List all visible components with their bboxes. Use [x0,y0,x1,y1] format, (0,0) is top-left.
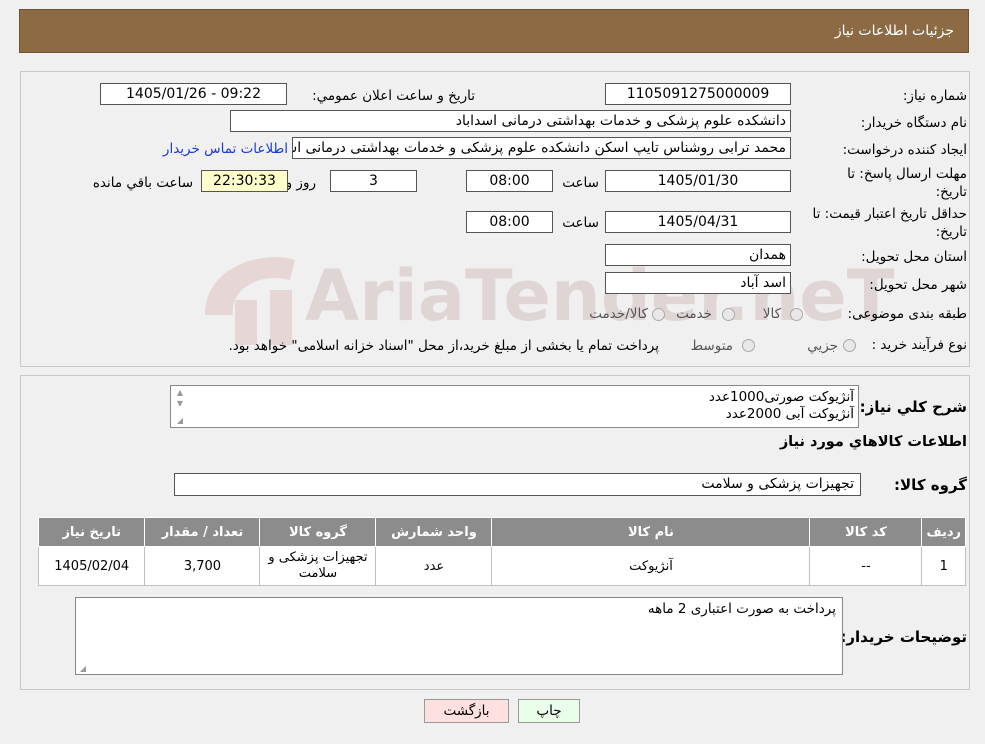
category-goods-radio[interactable] [790,308,803,321]
cell-qty: 3,700 [144,546,261,586]
cell-date: 1405/02/04 [37,546,146,586]
cell-row: 1 [921,546,966,586]
category-service-label: خدمت [676,306,712,322]
category-service-radio[interactable] [722,308,735,321]
table-row: 1 -- آنژیوکت عدد تجهیزات پزشکی و سلامت 3… [37,546,966,586]
province-label: استان محل تحويل: [861,249,967,265]
process-label: نوع فرآيند خريد : [871,337,967,353]
province-field: همدان [605,244,791,266]
cell-code: -- [809,546,923,586]
col-group: گروه کالا [259,517,377,547]
process-medium-radio[interactable] [742,339,755,352]
announce-field: 1405/01/26 - 09:22 [100,83,287,105]
cell-unit: عدد [375,546,493,586]
validity-time-field: 08:00 [466,211,553,233]
remaining-time-field: 22:30:33 [201,170,288,192]
process-partial-label: جزيي [807,338,838,354]
process-medium-label: متوسط [690,338,733,354]
announce-label: تاریخ و ساعت اعلان عمومي: [312,88,475,104]
category-goods-service-label: کالا/خدمت [589,306,648,322]
scroll-up-icon[interactable]: ▲ [173,388,187,397]
category-goods-service-radio[interactable] [652,308,665,321]
cell-name: آنژیوکت [491,546,811,586]
col-name: نام کالا [491,517,811,547]
scroll-down-icon[interactable]: ▼ [173,399,187,408]
deadline-label: مهلت ارسال پاسخ: تا [847,166,967,182]
remaining-label: ساعت باقي مانده [92,175,193,191]
page-header: جزئیات اطلاعات نیاز [19,9,969,53]
summary-line-2: آنژیوکت آبی 2000عدد [725,406,854,422]
validity-label: حداقل تاريخ اعتبار قيمت: تا [812,206,967,222]
buyer-contact-link[interactable]: اطلاعات تماس خريدار [163,141,288,157]
remaining-days-field: 3 [330,170,417,192]
requester-field: محمد ترابی روشناس تایپ اسکن دانشکده علوم… [292,137,791,159]
buyer-notes-textarea[interactable]: پرداخت به صورت اعتباری 2 ماهه [75,597,843,675]
buyer-notes-label: توضيحات خريدار: [840,628,967,646]
days-label: روز و [285,175,316,191]
category-goods-label: کالا [762,306,781,322]
need-number-field: 1105091275000009 [605,83,791,105]
deadline-label-2: تاريخ: [935,184,967,200]
deadline-time-field: 08:00 [466,170,553,192]
notes-resize-grip-icon[interactable]: ◢ [76,664,90,673]
validity-time-label: ساعت [562,215,599,231]
summary-label: شرح کلي نياز: [859,398,967,416]
validity-date-field: 1405/04/31 [605,211,791,233]
back-button[interactable]: بازگشت [424,699,509,723]
cell-group: تجهیزات پزشکی و سلامت [259,546,377,586]
items-table: رديف کد کالا نام کالا واحد شمارش گروه کا… [37,517,966,586]
page-title: جزئیات اطلاعات نیاز [834,23,954,39]
summary-line-1: آنژیوکت صورتی1000عدد [708,389,854,405]
requester-label: ايجاد کننده درخواست: [842,142,967,158]
validity-label-2: تاريخ: [935,224,967,240]
print-button[interactable]: چاپ [518,699,580,723]
summary-textarea[interactable]: آنژیوکت صورتی1000عدد آنژیوکت آبی 2000عدد [170,385,859,428]
treasury-note: پرداخت تمام يا بخشی از مبلغ خريد،از محل … [228,338,659,354]
deadline-date-field: 1405/01/30 [605,170,791,192]
city-label: شهر محل تحويل: [869,277,967,293]
need-number-label: شماره نیاز: [902,88,967,104]
table-header-row: رديف کد کالا نام کالا واحد شمارش گروه کا… [37,517,966,547]
buyer-org-label: نام دستگاه خريدار: [860,115,967,131]
col-unit: واحد شمارش [375,517,493,547]
goods-info-title: اطلاعات کالاهاي مورد نياز [779,434,967,450]
col-qty: تعداد / مقدار [144,517,261,547]
deadline-time-label: ساعت [562,175,599,191]
col-code: کد کالا [809,517,923,547]
col-date: تاريخ نياز [37,517,146,547]
buyer-org-field: دانشکده علوم پزشکی و خدمات بهداشتی درمان… [230,110,791,132]
col-row: رديف [921,517,966,547]
resize-grip-icon[interactable]: ◢ [173,416,187,425]
category-label: طبقه بندی موضوعی: [847,306,967,322]
process-partial-radio[interactable] [843,339,856,352]
goods-group-field: تجهیزات پزشکی و سلامت [174,473,861,496]
city-field: اسد آباد [605,272,791,294]
goods-group-label: گروه کالا: [894,476,967,494]
watermark-text: AriaTender.neT [305,255,895,337]
